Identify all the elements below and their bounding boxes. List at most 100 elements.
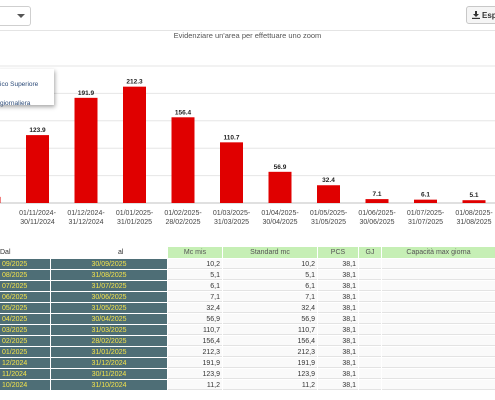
x-tick-label-2-0: 01/12/2024- [67, 210, 105, 217]
legend-item-giornaliera[interactable]: giornaliera [0, 100, 30, 107]
toolbar: Esp [0, 0, 495, 31]
cell-pcs: 38,1 [318, 380, 358, 390]
bar-7[interactable] [317, 185, 340, 203]
bar-5[interactable] [220, 142, 243, 203]
cell-dal: 05/2025 [0, 303, 50, 313]
cell-capacita [382, 336, 495, 346]
x-tick-label-7-0: 01/05/2025- [310, 210, 348, 217]
cell-gj [359, 270, 381, 280]
col-header-pcs[interactable]: PCS [318, 247, 358, 258]
x-tick-label-1-0: 01/11/2024- [19, 210, 57, 217]
cell-al: 30/11/2024 [51, 369, 167, 379]
chevron-down-icon [17, 14, 25, 18]
cell-al: 31/12/2024 [51, 358, 167, 368]
cell-al: 30/06/2025 [51, 292, 167, 302]
x-tick-label-10-1: 31/08/2025 [456, 219, 491, 226]
x-tick-label-6-1: 30/04/2025 [262, 219, 297, 226]
cell-gj [359, 281, 381, 291]
cell-pcs: 38,1 [318, 303, 358, 313]
cell-gj [359, 259, 381, 269]
table-row[interactable]: 06/2025 30/06/2025 7,1 7,1 38,1 [0, 292, 495, 303]
cell-mc-mis: 110,7 [168, 325, 222, 335]
bar-8[interactable] [365, 199, 389, 203]
cell-gj [359, 369, 381, 379]
table-row[interactable]: 08/2025 31/08/2025 5,1 5,1 38,1 [0, 270, 495, 281]
legend-item-superiore[interactable]: ico Superiore [0, 81, 38, 88]
x-tick-label-9-0: 01/07/2025- [407, 210, 445, 217]
cell-dal: 10/2024 [0, 380, 50, 390]
legend-menu[interactable]: ico Superiore giornaliera [0, 69, 54, 107]
cell-dal: 01/2025 [0, 347, 50, 357]
x-tick-label-4-1: 28/02/2025 [165, 219, 200, 226]
cell-mc-mis: 123,9 [168, 369, 222, 379]
cell-al: 31/01/2025 [51, 347, 167, 357]
bar-2[interactable] [74, 97, 98, 203]
x-tick-label-8-0: 01/06/2025- [358, 210, 396, 217]
bar-3[interactable] [123, 86, 146, 203]
cell-pcs: 38,1 [318, 336, 358, 346]
cell-gj [359, 358, 381, 368]
table-row[interactable]: 07/2025 31/07/2025 6,1 6,1 38,1 [0, 281, 495, 292]
bar-4[interactable] [171, 117, 195, 203]
cell-pcs: 38,1 [318, 281, 358, 291]
bar-0[interactable] [0, 196, 1, 203]
col-header-mc-mis[interactable]: Mc mis [168, 247, 222, 258]
col-header-capacita[interactable]: Capacità max giorna [382, 247, 495, 258]
chart-container[interactable]: 24-24123.901/11/2024-30/11/2024191.901/1… [0, 31, 495, 231]
cell-al: 31/08/2025 [51, 270, 167, 280]
cell-capacita [382, 259, 495, 269]
x-tick-label-7-1: 31/05/2025 [311, 219, 346, 226]
period-dropdown[interactable] [0, 6, 31, 26]
table-row[interactable]: 11/2024 30/11/2024 123,9 123,9 38,1 [0, 369, 495, 380]
col-header-standard-mc[interactable]: Standard mc [223, 247, 317, 258]
cell-al: 31/03/2025 [51, 325, 167, 335]
cell-dal: 07/2025 [0, 281, 50, 291]
cell-standard-mc: 32,4 [223, 303, 317, 313]
table-row[interactable]: 03/2025 31/03/2025 110,7 110,7 38,1 [0, 325, 495, 336]
bar-10[interactable] [462, 200, 486, 203]
x-tick-label-6-0: 01/04/2025- [261, 210, 299, 217]
cell-mc-mis: 156,4 [168, 336, 222, 346]
table-row[interactable]: 01/2025 31/01/2025 212,3 212,3 38,1 [0, 347, 495, 358]
bar-1[interactable] [26, 135, 49, 203]
table-row[interactable]: 05/2025 31/05/2025 32,4 32,4 38,1 [0, 303, 495, 314]
data-label-5: 110.7 [224, 134, 240, 141]
bar-6[interactable] [268, 171, 292, 203]
cell-capacita [382, 380, 495, 390]
cell-mc-mis: 191,9 [168, 358, 222, 368]
bar-9[interactable] [414, 199, 437, 203]
cell-al: 31/10/2024 [51, 380, 167, 390]
cell-dal: 11/2024 [0, 369, 50, 379]
cell-standard-mc: 11,2 [223, 380, 317, 390]
cell-standard-mc: 123,9 [223, 369, 317, 379]
table-row[interactable]: 12/2024 31/12/2024 191,9 191,9 38,1 [0, 358, 495, 369]
export-button[interactable]: Esp [466, 6, 495, 24]
data-label-8: 7.1 [372, 191, 381, 198]
cell-dal: 09/2025 [0, 259, 50, 269]
cell-mc-mis: 5,1 [168, 270, 222, 280]
cell-standard-mc: 110,7 [223, 325, 317, 335]
data-label-2: 191.9 [78, 90, 95, 97]
x-tick-label-10-0: 01/08/2025- [455, 210, 493, 217]
data-label-3: 212.3 [126, 79, 143, 86]
cell-al: 31/07/2025 [51, 281, 167, 291]
cell-standard-mc: 56,9 [223, 314, 317, 324]
cell-pcs: 38,1 [318, 347, 358, 357]
cell-mc-mis: 212,3 [168, 347, 222, 357]
table-row[interactable]: 02/2025 28/02/2025 156,4 156,4 38,1 [0, 336, 495, 347]
cell-mc-mis: 7,1 [168, 292, 222, 302]
x-tick-label-3-0: 01/01/2025- [116, 210, 154, 217]
bar-chart[interactable]: 24-24123.901/11/2024-30/11/2024191.901/1… [0, 31, 495, 241]
cell-mc-mis: 56,9 [168, 314, 222, 324]
table-row[interactable]: 04/2025 30/04/2025 56,9 56,9 38,1 [0, 314, 495, 325]
col-header-gj[interactable]: GJ [359, 247, 381, 258]
data-label-1: 123.9 [29, 127, 46, 134]
cell-pcs: 38,1 [318, 358, 358, 368]
cell-capacita [382, 292, 495, 302]
cell-gj [359, 336, 381, 346]
cell-capacita [382, 347, 495, 357]
table-row[interactable]: 09/2025 30/09/2025 10,2 10,2 38,1 [0, 259, 495, 270]
data-label-9: 6.1 [421, 192, 430, 199]
cell-capacita [382, 358, 495, 368]
table-row[interactable]: 10/2024 31/10/2024 11,2 11,2 38,1 [0, 380, 495, 391]
